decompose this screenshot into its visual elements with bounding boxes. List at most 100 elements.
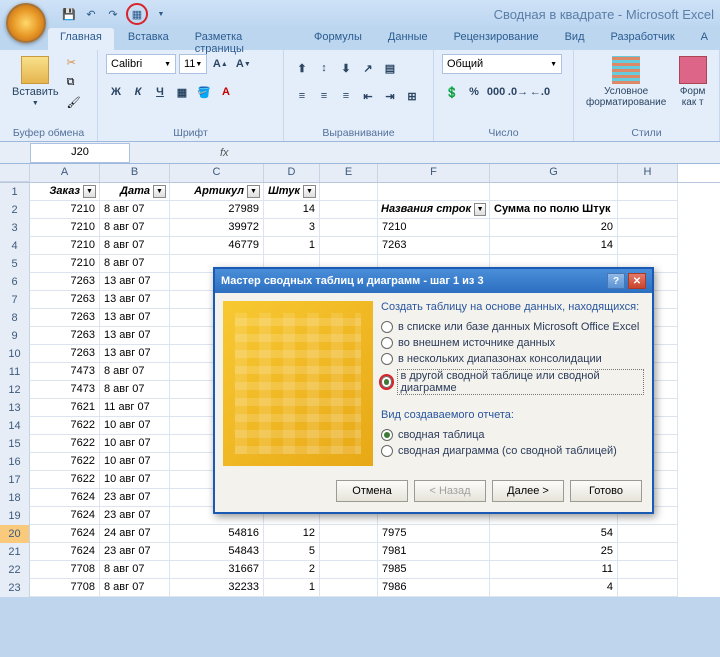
cancel-button[interactable]: Отмена — [336, 480, 408, 502]
cell[interactable] — [320, 543, 378, 561]
row-header[interactable]: 6 — [0, 273, 30, 291]
row-header[interactable]: 23 — [0, 579, 30, 597]
cell[interactable]: 11 авг 07 — [100, 399, 170, 417]
cell[interactable] — [320, 183, 378, 201]
cell[interactable]: 13 авг 07 — [100, 309, 170, 327]
cell[interactable]: 7986 — [378, 579, 490, 597]
tab-developer[interactable]: Разработчик — [599, 28, 687, 50]
cell[interactable]: 14 — [264, 201, 320, 219]
save-icon[interactable]: 💾 — [60, 5, 78, 23]
cell[interactable]: 7263 — [378, 237, 490, 255]
cell[interactable]: 7263 — [30, 291, 100, 309]
pivot-values-header[interactable]: Сумма по полю Штук — [490, 201, 618, 219]
cell[interactable]: 13 авг 07 — [100, 273, 170, 291]
cell[interactable]: 7473 — [30, 381, 100, 399]
cell[interactable] — [618, 579, 678, 597]
row-header[interactable]: 17 — [0, 471, 30, 489]
filter-dropdown-icon[interactable]: ▼ — [247, 185, 260, 198]
decrease-indent-icon[interactable]: ⇤ — [358, 86, 378, 106]
cell[interactable]: 1 — [264, 579, 320, 597]
cell[interactable]: 54843 — [170, 543, 264, 561]
cell[interactable]: 54 — [490, 525, 618, 543]
fx-icon[interactable]: fx — [220, 147, 229, 159]
table-header-cell[interactable]: Штук▼ — [264, 183, 320, 201]
align-top-icon[interactable]: ⬆ — [292, 58, 312, 78]
cell[interactable]: 8 авг 07 — [100, 381, 170, 399]
cell[interactable]: 2 — [264, 561, 320, 579]
cell[interactable]: 4 — [490, 579, 618, 597]
cell[interactable]: 7210 — [30, 219, 100, 237]
cell[interactable]: 7985 — [378, 561, 490, 579]
col-header[interactable]: D — [264, 164, 320, 182]
row-header[interactable]: 3 — [0, 219, 30, 237]
cell[interactable]: 31667 — [170, 561, 264, 579]
radio-pivot-chart[interactable]: сводная диаграмма (со сводной таблицей) — [381, 443, 644, 459]
align-right-icon[interactable]: ≡ — [336, 86, 356, 106]
row-header[interactable]: 2 — [0, 201, 30, 219]
cell[interactable] — [618, 219, 678, 237]
row-header[interactable]: 15 — [0, 435, 30, 453]
filter-dropdown-icon[interactable]: ▼ — [153, 185, 166, 198]
filter-dropdown-icon[interactable]: ▼ — [303, 185, 316, 198]
tab-home[interactable]: Главная — [48, 28, 114, 50]
cell[interactable]: 7622 — [30, 471, 100, 489]
cell[interactable]: 54816 — [170, 525, 264, 543]
fill-color-button[interactable]: 🪣 — [194, 82, 214, 102]
cell[interactable]: 7708 — [30, 561, 100, 579]
help-button[interactable]: ? — [607, 273, 625, 289]
cell[interactable]: 7622 — [30, 435, 100, 453]
conditional-format-button[interactable]: Условное форматирование — [582, 54, 670, 110]
cell[interactable]: 39972 — [170, 219, 264, 237]
cell[interactable]: 25 — [490, 543, 618, 561]
border-button[interactable]: ▦ — [172, 82, 192, 102]
row-header[interactable]: 22 — [0, 561, 30, 579]
cell[interactable]: 13 авг 07 — [100, 291, 170, 309]
row-header[interactable]: 20 — [0, 525, 30, 543]
cell[interactable]: 20 — [490, 219, 618, 237]
cell[interactable]: 46779 — [170, 237, 264, 255]
select-all-cell[interactable] — [0, 164, 30, 182]
cell[interactable] — [618, 561, 678, 579]
cell[interactable] — [378, 183, 490, 201]
format-painter-icon[interactable]: 🖌 — [67, 96, 87, 114]
row-header[interactable]: 16 — [0, 453, 30, 471]
row-header[interactable]: 13 — [0, 399, 30, 417]
cell[interactable]: 13 авг 07 — [100, 345, 170, 363]
row-header[interactable]: 21 — [0, 543, 30, 561]
cell[interactable]: 7263 — [30, 273, 100, 291]
row-header[interactable]: 10 — [0, 345, 30, 363]
tab-review[interactable]: Рецензирование — [442, 28, 551, 50]
cell[interactable]: 14 — [490, 237, 618, 255]
comma-icon[interactable]: 000 — [486, 82, 506, 102]
filter-dropdown-icon[interactable]: ▼ — [474, 203, 486, 216]
cell[interactable] — [618, 525, 678, 543]
font-size-combo[interactable]: 11▼ — [179, 54, 207, 74]
row-header[interactable]: 7 — [0, 291, 30, 309]
cell[interactable]: 7263 — [30, 345, 100, 363]
row-header[interactable]: 1 — [0, 183, 30, 201]
cell[interactable]: 7263 — [30, 327, 100, 345]
cell[interactable]: 7624 — [30, 507, 100, 525]
tab-data[interactable]: Данные — [376, 28, 440, 50]
font-color-button[interactable]: A — [216, 82, 236, 102]
cell[interactable]: 5 — [264, 543, 320, 561]
filter-dropdown-icon[interactable]: ▼ — [83, 185, 96, 198]
row-header[interactable]: 18 — [0, 489, 30, 507]
cell[interactable]: 8 авг 07 — [100, 579, 170, 597]
align-center-icon[interactable]: ≡ — [314, 86, 334, 106]
radio-another-pivot[interactable]: в другой сводной таблице или сводной диа… — [381, 367, 644, 397]
cell[interactable]: 8 авг 07 — [100, 219, 170, 237]
name-box[interactable]: J20 — [30, 143, 130, 163]
cell[interactable] — [618, 237, 678, 255]
cell[interactable]: 7210 — [30, 237, 100, 255]
shrink-font-icon[interactable]: A▼ — [233, 54, 253, 74]
number-format-combo[interactable]: Общий▼ — [442, 54, 562, 74]
cell[interactable]: 7210 — [30, 255, 100, 273]
cell[interactable]: 12 — [264, 525, 320, 543]
wrap-text-icon[interactable]: ▤ — [380, 58, 400, 78]
row-header[interactable]: 9 — [0, 327, 30, 345]
tab-layout[interactable]: Разметка страницы — [183, 28, 300, 50]
cell[interactable]: 7210 — [378, 219, 490, 237]
radio-pivot-table[interactable]: сводная таблица — [381, 427, 644, 443]
cell[interactable]: 23 авг 07 — [100, 489, 170, 507]
